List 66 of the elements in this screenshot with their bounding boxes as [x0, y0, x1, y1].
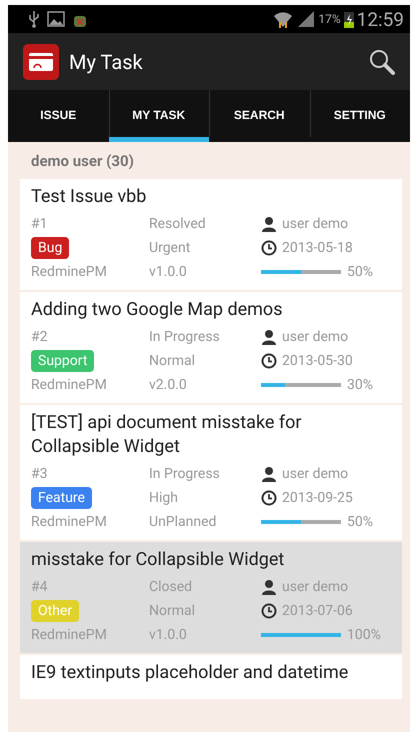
tab[interactable]: ISSUE — [8, 90, 108, 142]
clock-icon — [261, 353, 277, 369]
issue-status: In Progress — [149, 328, 221, 347]
battery-percentage: 17% — [318, 12, 341, 26]
person-icon — [261, 466, 277, 482]
usb-icon — [28, 10, 40, 28]
issue-priority: Urgent — [149, 239, 192, 258]
issue-status: Closed — [149, 578, 194, 597]
due-date: 2013-05-18 — [282, 239, 353, 258]
app-logo-icon — [23, 44, 59, 80]
project-name: RedminePM — [31, 376, 108, 395]
progress-percentage: 100% — [347, 626, 381, 645]
project-name: RedminePM — [31, 513, 108, 532]
issue-item[interactable]: misstake for Collapsible Widget #4 Closed user demo Other Normal 2013-07-06 RedminePM v1.0.0 100% — [20, 542, 402, 653]
issue-title: [TEST] api document misstake for Collapsible Widget — [31, 411, 303, 459]
app-title: My Task — [69, 50, 144, 74]
issue-item[interactable]: [TEST] api document misstake for Collapsible Widget #3 In Progress user demo Feature High 2013-09-25 RedminePM UnPlanned 50% — [20, 405, 402, 540]
clock-icon — [261, 240, 277, 256]
issue-title: IE9 textinputs placeholder and datetime — [31, 661, 350, 685]
issue-number: #3 — [31, 465, 48, 484]
assignee: user demo — [282, 465, 348, 484]
issue-priority: High — [149, 489, 179, 508]
signal-icon — [297, 10, 316, 28]
tab[interactable]: SEARCH — [209, 90, 310, 142]
tracker-tag: Support — [31, 350, 94, 372]
issue-title: misstake for Collapsible Widget — [31, 548, 286, 572]
image-icon — [47, 11, 65, 27]
tab[interactable]: SETTING — [310, 90, 410, 142]
issue-item[interactable]: Adding two Google Map demos #2 In Progress user demo Support Normal 2013-05-30 RedminePM v2.0.0 30% — [20, 292, 402, 403]
battery-icon — [344, 10, 354, 28]
issue-status: In Progress — [149, 465, 221, 484]
clock-icon — [261, 603, 277, 619]
issue-number: #1 — [31, 215, 48, 234]
issue-number: #4 — [31, 578, 48, 597]
progress-percentage: 50% — [347, 263, 373, 282]
issue-status: Resolved — [149, 215, 207, 234]
clock-icon — [261, 490, 277, 506]
due-date: 2013-09-25 — [282, 489, 353, 508]
person-icon — [261, 579, 277, 595]
tracker-tag: Other — [31, 600, 80, 622]
clock-time: 12:59 — [356, 8, 404, 30]
issue-version: v2.0.0 — [149, 376, 188, 395]
issue-version: v1.0.0 — [149, 626, 188, 645]
tracker-tag: Bug — [31, 237, 70, 259]
issue-title: Adding two Google Map demos — [31, 298, 284, 322]
assignee: user demo — [282, 328, 348, 347]
issue-priority: Normal — [149, 352, 196, 371]
assignee: user demo — [282, 578, 348, 597]
issue-item[interactable]: Test Issue vbb #1 Resolved user demo Bug Urgent 2013-05-18 RedminePM v1.0.0 50% — [20, 179, 402, 290]
issue-priority: Normal — [149, 602, 196, 621]
person-icon — [261, 329, 277, 345]
list-header: demo user (30) — [30, 151, 135, 172]
issue-version: UnPlanned — [149, 513, 218, 532]
person-icon — [261, 216, 277, 232]
project-name: RedminePM — [31, 263, 108, 282]
progress-percentage: 30% — [347, 376, 373, 395]
project-name: RedminePM — [31, 626, 108, 645]
issue-version: v1.0.0 — [149, 263, 188, 282]
due-date: 2013-05-30 — [282, 352, 353, 371]
issue-title: Test Issue vbb — [31, 185, 148, 209]
issue-item[interactable]: IE9 textinputs placeholder and datetime — [20, 655, 402, 699]
progress-percentage: 50% — [347, 513, 373, 532]
assignee: user demo — [282, 215, 348, 234]
due-date: 2013-07-06 — [282, 602, 353, 621]
issue-number: #2 — [31, 328, 48, 347]
tracker-tag: Feature — [31, 487, 92, 509]
